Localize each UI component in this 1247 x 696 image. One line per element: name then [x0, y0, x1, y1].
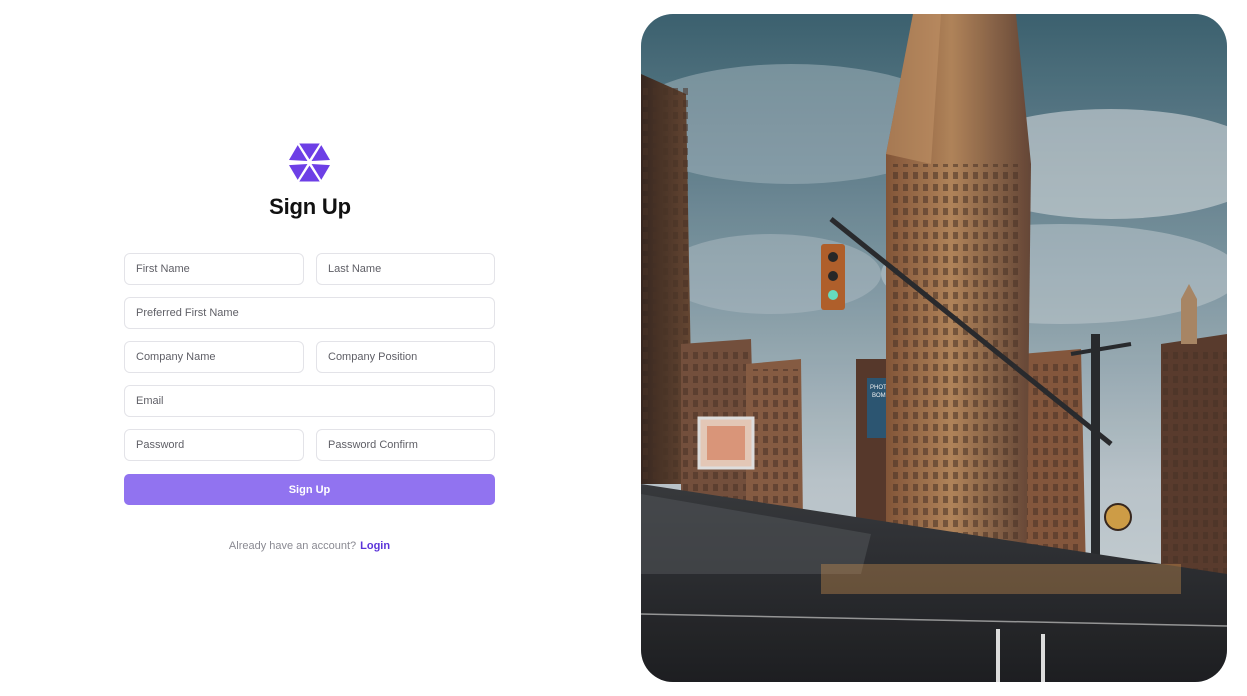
signup-panel: Sign Up Sign Up Already have an account?… [0, 0, 620, 696]
last-name-input[interactable] [316, 253, 495, 285]
login-prompt: Already have an account? Login [124, 539, 495, 553]
company-name-input[interactable] [124, 341, 304, 373]
company-position-input[interactable] [316, 341, 495, 373]
hero-image: PHOTO BOMB [641, 14, 1227, 682]
password-confirm-input[interactable] [316, 429, 495, 461]
login-prompt-text: Already have an account? [228, 540, 357, 552]
preferred-first-name-input[interactable] [124, 297, 495, 329]
first-name-input[interactable] [124, 253, 304, 285]
page-title: Sign Up [269, 194, 351, 219]
sign-up-button[interactable]: Sign Up [124, 474, 495, 505]
city-street-photo: PHOTO BOMB [641, 14, 1227, 682]
aperture-logo-icon [289, 143, 330, 182]
login-link[interactable]: Login [360, 540, 390, 552]
password-input[interactable] [124, 429, 304, 461]
email-input[interactable] [124, 385, 495, 417]
